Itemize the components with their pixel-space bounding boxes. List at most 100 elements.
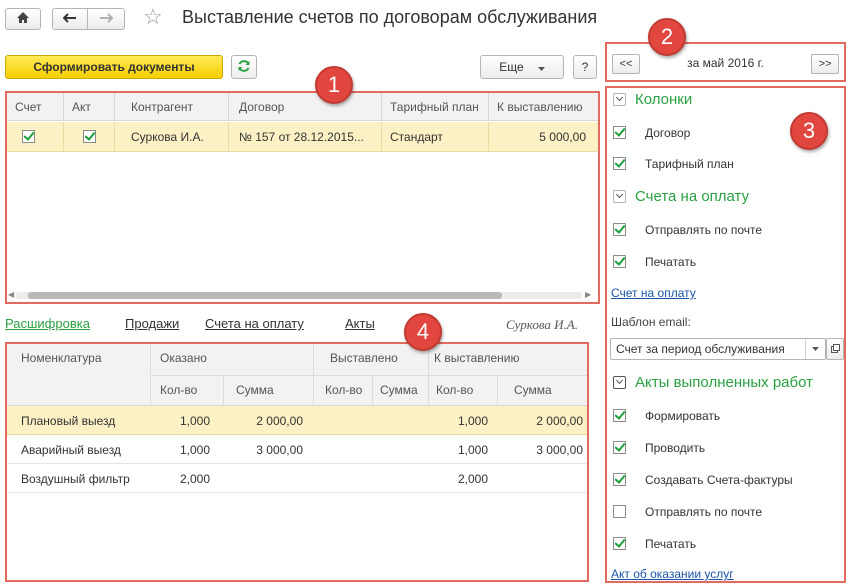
act-generate-checkbox[interactable] — [613, 409, 626, 422]
column-header-billed-sum[interactable]: Сумма — [380, 383, 418, 397]
open-template-button[interactable] — [826, 338, 844, 360]
counterparty-note: Суркова И.А. — [506, 317, 578, 332]
scroll-left-arrow-icon[interactable]: ◀ — [8, 290, 14, 299]
done-qty-cell: 2,000 — [179, 472, 210, 486]
scroll-right-arrow-icon[interactable]: ▶ — [585, 290, 591, 299]
column-header-to-bill[interactable]: К выставлению — [489, 93, 598, 121]
refresh-button[interactable] — [231, 55, 257, 79]
invoice-checkbox[interactable] — [22, 130, 35, 143]
done-sum-cell: 3 000,00 — [256, 443, 303, 457]
home-icon — [16, 11, 30, 27]
option-contract-checkbox[interactable] — [613, 126, 626, 139]
counterparty-cell: Суркова И.А. — [115, 122, 229, 152]
tariff-cell: Стандарт — [382, 122, 489, 152]
collapse-acts-icon[interactable] — [613, 376, 626, 389]
annotation-badge-4: 4 — [404, 313, 442, 351]
table-row[interactable]: Суркова И.А. № 157 от 28.12.2015... Стан… — [7, 122, 598, 152]
column-header-counterparty[interactable]: Контрагент — [115, 93, 229, 121]
favorite-star-icon[interactable]: ☆ — [143, 5, 163, 29]
to-bill-qty-cell: 2,000 — [457, 472, 488, 486]
nomenclature-cell: Воздушный фильтр — [21, 472, 130, 486]
tab-acts[interactable]: Акты — [345, 316, 375, 331]
to-bill-sum-cell: 2 000,00 — [536, 414, 583, 428]
email-template-label: Шаблон email: — [611, 315, 691, 329]
act-create-invoices-label: Создавать Счета-фактуры — [645, 473, 793, 487]
invoice-send-email-label: Отправлять по почте — [645, 223, 763, 237]
email-template-select[interactable]: Счет за период обслуживания — [610, 338, 826, 360]
act-post-label: Проводить — [645, 441, 706, 455]
invoice-print-form-link[interactable]: Счет на оплату — [611, 286, 696, 300]
to-bill-sum-cell: 3 000,00 — [536, 443, 583, 457]
period-selector: << за май 2016 г. >> — [605, 42, 846, 82]
column-header-to-bill-qty[interactable]: Кол-во — [436, 383, 473, 397]
refresh-icon — [237, 59, 251, 76]
act-checkbox[interactable] — [83, 130, 96, 143]
act-create-invoices-checkbox[interactable] — [613, 473, 626, 486]
act-print-checkbox[interactable] — [613, 537, 626, 550]
tab-breakdown[interactable]: Расшифровка — [5, 316, 90, 331]
done-sum-cell: 2 000,00 — [256, 414, 303, 428]
column-header-done-qty[interactable]: Кол-во — [160, 383, 197, 397]
section-title-columns[interactable]: Колонки — [635, 91, 692, 108]
option-tariff-checkbox[interactable] — [613, 157, 626, 170]
annotation-badge-1: 1 — [315, 66, 353, 104]
email-template-value: Счет за период обслуживания — [616, 342, 785, 356]
to-bill-qty-cell: 1,000 — [457, 414, 488, 428]
column-header-act[interactable]: Акт — [64, 93, 115, 121]
back-button[interactable] — [52, 8, 88, 30]
nomenclature-cell: Плановый выезд — [21, 414, 116, 428]
more-menu-button[interactable]: Еще — [480, 55, 564, 79]
tab-invoices[interactable]: Счета на оплату — [205, 316, 304, 331]
option-contract-label: Договор — [645, 126, 691, 140]
to-bill-cell: 5 000,00 — [539, 130, 586, 144]
column-header-tariff[interactable]: Тарифный план — [382, 93, 489, 121]
option-tariff-label: Тарифный план — [645, 157, 734, 171]
act-post-checkbox[interactable] — [613, 441, 626, 454]
group-header-billed: Выставлено — [330, 351, 398, 365]
next-period-button[interactable]: >> — [811, 54, 839, 74]
column-header-done-sum[interactable]: Сумма — [236, 383, 274, 397]
collapse-columns-icon[interactable] — [613, 93, 626, 106]
done-qty-cell: 1,000 — [179, 443, 210, 457]
act-send-email-label: Отправлять по почте — [645, 505, 763, 519]
annotation-badge-3: 3 — [790, 112, 828, 150]
column-header-nomenclature[interactable]: Номенклатура — [21, 351, 102, 365]
arrow-right-icon — [99, 12, 114, 26]
nomenclature-cell: Аварийный выезд — [21, 443, 121, 457]
section-title-acts[interactable]: Акты выполненных работ — [635, 374, 813, 391]
to-bill-qty-cell: 1,000 — [457, 443, 488, 457]
annotation-badge-2: 2 — [648, 18, 686, 56]
help-button[interactable]: ? — [573, 55, 597, 79]
column-header-contract[interactable]: Договор — [229, 93, 382, 121]
home-button[interactable] — [5, 8, 41, 30]
more-menu-label: Еще — [499, 60, 524, 74]
page-title: Выставление счетов по договорам обслужив… — [182, 7, 598, 27]
dropdown-arrow-icon[interactable] — [805, 339, 825, 359]
act-print-label: Печатать — [645, 537, 697, 551]
previous-period-button[interactable]: << — [612, 54, 640, 74]
period-label: за май 2016 г. — [687, 56, 764, 70]
column-header-to-bill-sum[interactable]: Сумма — [514, 383, 552, 397]
act-print-form-link[interactable]: Акт об оказании услуг — [611, 567, 734, 581]
done-qty-cell: 1,000 — [179, 414, 210, 428]
forward-button[interactable] — [87, 8, 125, 30]
tab-sales[interactable]: Продажи — [125, 316, 179, 331]
act-send-email-checkbox[interactable] — [613, 505, 626, 518]
group-header-done: Оказано — [160, 351, 207, 365]
contract-cell: № 157 от 28.12.2015... — [229, 122, 382, 152]
open-window-icon — [830, 342, 840, 356]
column-header-billed-qty[interactable]: Кол-во — [325, 383, 362, 397]
generate-documents-button[interactable]: Сформировать документы — [5, 55, 223, 79]
collapse-invoices-icon[interactable] — [613, 190, 626, 203]
scrollbar-thumb[interactable] — [28, 292, 502, 299]
section-title-invoices[interactable]: Счета на оплату — [635, 188, 749, 205]
invoice-print-label: Печатать — [645, 255, 697, 269]
invoice-print-checkbox[interactable] — [613, 255, 626, 268]
contracts-table-header: Счет Акт Контрагент Договор Тарифный пла… — [7, 93, 598, 121]
dropdown-arrow-icon — [537, 60, 545, 74]
column-header-invoice[interactable]: Счет — [7, 93, 64, 121]
invoice-send-email-checkbox[interactable] — [613, 223, 626, 236]
group-header-to-bill: К выставлению — [434, 351, 520, 365]
act-generate-label: Формировать — [645, 409, 721, 423]
arrow-left-icon — [62, 12, 77, 26]
